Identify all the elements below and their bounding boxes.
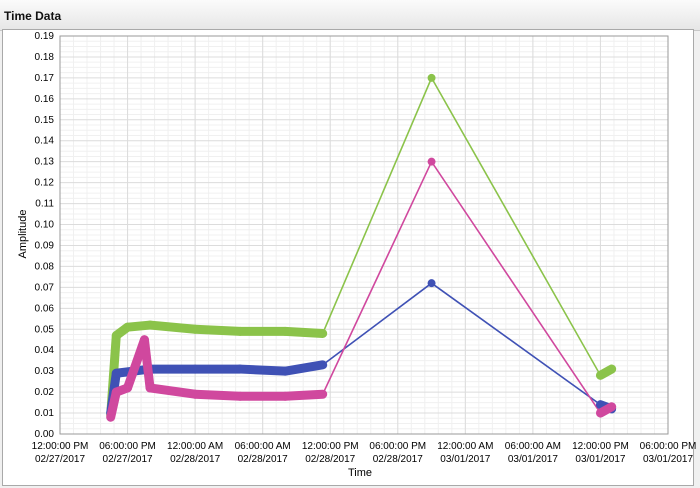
data-band <box>139 335 155 393</box>
y-tick-label: 0.10 <box>35 220 55 231</box>
x-tick-label-time: 06:00:00 PM <box>369 441 426 452</box>
x-tick-label-date: 02/27/2017 <box>35 454 85 465</box>
data-point <box>427 279 436 288</box>
data-band <box>280 360 328 376</box>
y-tick-label: 0.04 <box>35 345 55 356</box>
y-tick-label: 0.03 <box>35 366 55 377</box>
data-band <box>280 389 328 401</box>
y-tick-label: 0.00 <box>35 429 55 440</box>
x-tick-label-time: 12:00:00 PM <box>32 441 89 452</box>
x-tick-label-date: 02/28/2017 <box>170 454 220 465</box>
y-tick-label: 0.13 <box>35 157 55 168</box>
data-band <box>145 383 200 399</box>
y-axis-label: Amplitude <box>17 210 29 259</box>
time-data-chart[interactable]: 0.00 0.01 0.02 0.03 0.04 0.05 0.06 0.07 0.08 0.09… <box>0 0 700 488</box>
y-tick-labels: 0.00 0.01 0.02 0.03 0.04 0.05 0.06 0.07 0.08 0.09… <box>35 31 55 440</box>
data-band <box>595 402 617 418</box>
y-tick-label: 0.16 <box>35 94 55 105</box>
y-tick-label: 0.06 <box>35 303 55 314</box>
y-tick-label: 0.14 <box>35 136 55 147</box>
x-tick-label-date: 03/01/2017 <box>508 454 558 465</box>
data-point <box>427 157 436 166</box>
data-band <box>145 320 200 334</box>
x-tick-label-time: 12:00:00 AM <box>437 441 493 452</box>
series-line <box>109 76 613 416</box>
series-line <box>109 160 613 418</box>
data-band <box>190 389 245 401</box>
x-tick-label-time: 06:00:00 AM <box>235 441 291 452</box>
x-tick-label-date: 03/01/2017 <box>643 454 693 465</box>
y-tick-label: 0.09 <box>35 240 55 251</box>
y-tick-label: 0.07 <box>35 282 55 293</box>
x-tick-label-date: 03/01/2017 <box>575 454 625 465</box>
x-tick-label-time: 12:00:00 AM <box>167 441 223 452</box>
y-tick-label: 0.02 <box>35 387 55 398</box>
x-tick-label-date: 03/01/2017 <box>440 454 490 465</box>
y-tick-label: 0.01 <box>35 408 55 419</box>
y-tick-label: 0.11 <box>35 199 54 210</box>
data-band <box>280 326 328 338</box>
x-tick-label-date: 02/27/2017 <box>103 454 153 465</box>
x-tick-label-date: 02/28/2017 <box>305 454 355 465</box>
y-tick-label: 0.17 <box>35 73 55 84</box>
x-tick-label-time: 12:00:00 PM <box>572 441 629 452</box>
x-tick-label-time: 06:00:00 PM <box>99 441 156 452</box>
y-tick-label: 0.19 <box>35 31 55 42</box>
y-tick-label: 0.18 <box>35 52 55 63</box>
x-tick-label-time: 06:00:00 PM <box>640 441 697 452</box>
y-tick-label: 0.05 <box>35 324 55 335</box>
y-tick-label: 0.12 <box>35 178 55 189</box>
series-bands <box>106 73 617 422</box>
data-band <box>595 364 617 380</box>
x-tick-label-date: 02/28/2017 <box>238 454 288 465</box>
data-point <box>427 73 436 82</box>
data-band <box>190 324 245 336</box>
x-tick-label-time: 06:00:00 AM <box>505 441 561 452</box>
y-tick-label: 0.15 <box>35 115 55 126</box>
data-band <box>235 364 290 376</box>
y-tick-label: 0.08 <box>35 261 55 272</box>
x-tick-labels: 12:00:00 PM 02/27/2017 06:00:00 PM 02/27/20… <box>32 441 697 465</box>
x-tick-label-date: 02/28/2017 <box>373 454 423 465</box>
x-axis-label: Time <box>348 467 372 479</box>
x-tick-label-time: 12:00:00 PM <box>302 441 359 452</box>
